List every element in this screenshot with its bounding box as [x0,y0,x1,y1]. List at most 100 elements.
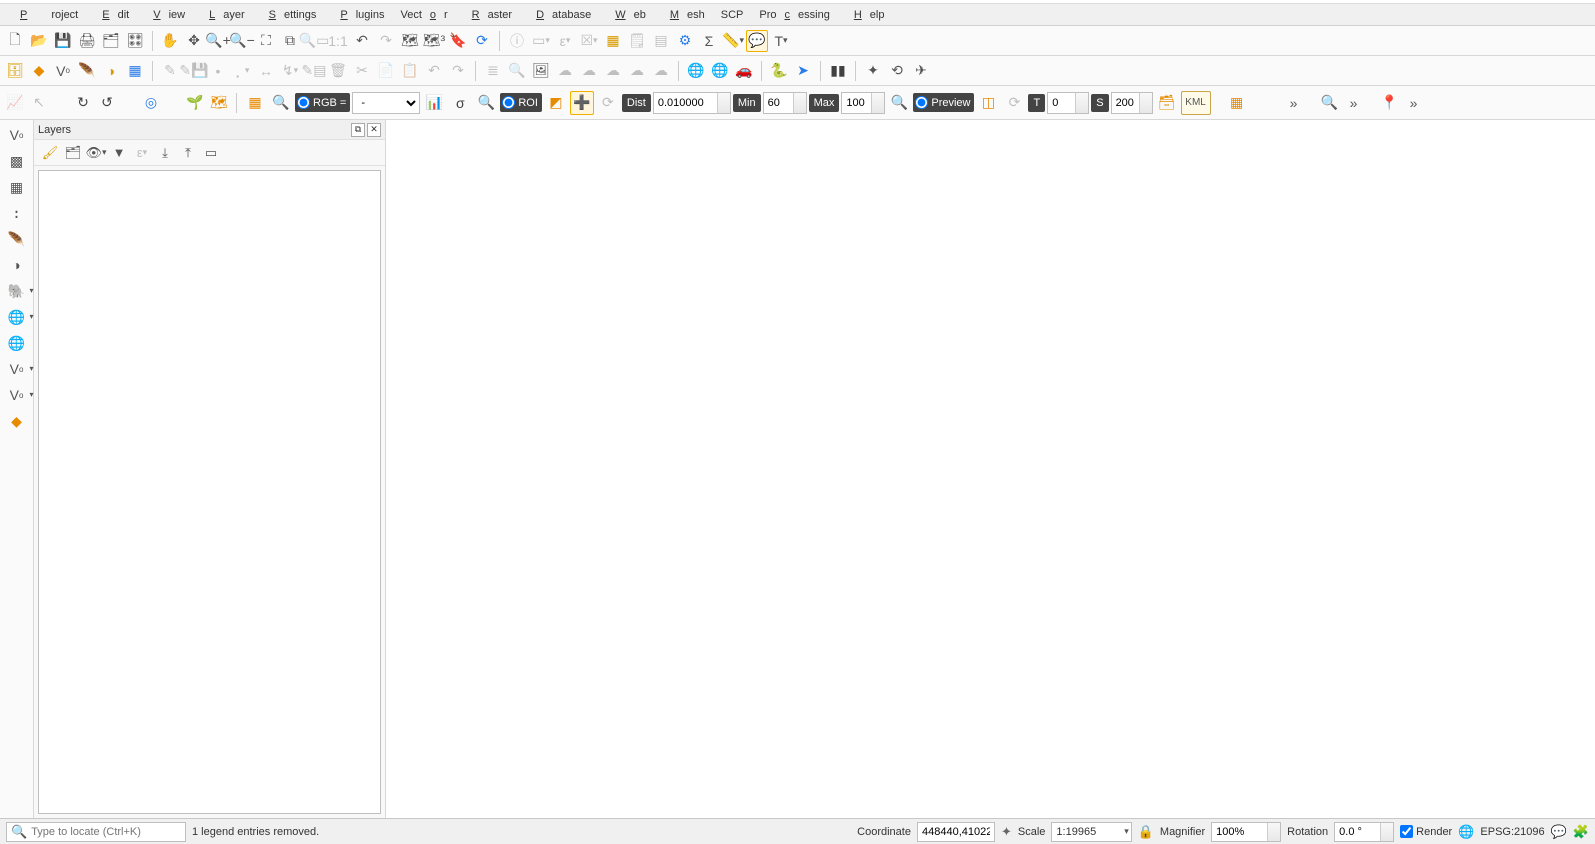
zoom-next-icon[interactable]: ↷ [375,30,397,52]
menu-settings[interactable]: Settings [253,7,325,23]
rotation-input[interactable] [1334,822,1394,842]
add-wms-icon[interactable]: 🌐 [6,306,28,328]
text-annotation-icon[interactable]: T▾ [770,30,792,52]
refresh-ccw-icon[interactable]: ↺ [96,92,118,114]
crs-label[interactable]: EPSG:21096 [1480,826,1544,838]
open-table-icon[interactable]: ▤ [650,30,672,52]
add-raster-icon[interactable]: ▩ [6,150,28,172]
magnifier-input[interactable] [1211,822,1281,842]
min-input[interactable] [763,92,807,114]
scp-reload-icon[interactable]: ⟳ [596,91,620,115]
g1-icon[interactable]: ☁ [554,60,576,82]
render-checkbox[interactable]: Render [1400,825,1452,838]
coordinate-input[interactable] [917,822,995,842]
expression-icon[interactable]: ε▾ [132,143,152,163]
rgb-toggle[interactable]: RGB = [295,93,350,112]
snap2-icon[interactable]: ⟲ [886,60,908,82]
menu-project[interactable]: Project [4,7,86,23]
refresh-icon[interactable]: ⟳ [471,30,493,52]
paste-icon[interactable]: 📋 [399,60,421,82]
zoom-out-icon[interactable]: 🔍− [231,30,253,52]
rgb-combo[interactable]: - [352,92,420,114]
menu-vector[interactable]: Vector [392,7,455,23]
menu-web[interactable]: Web [599,7,654,23]
map-canvas[interactable] [386,120,1595,818]
g4-icon[interactable]: ☁ [626,60,648,82]
crs-icon[interactable]: 🌐 [1458,824,1474,840]
overflow1-icon[interactable]: » [1283,92,1305,114]
measure-icon[interactable]: 📏▾ [722,30,744,52]
grass-icon[interactable]: 🌱 [184,92,206,114]
target-icon[interactable]: ◎ [140,92,162,114]
add-feature-icon[interactable]: • [207,60,229,82]
s2-icon[interactable]: 🔍 [506,60,528,82]
map-icon[interactable]: 🗺 [208,92,230,114]
new-virtual-layer-icon[interactable]: ◑ [100,60,122,82]
lock-icon[interactable]: 🔒 [1138,824,1154,840]
metasearch-icon[interactable]: 🌐 [685,60,707,82]
pan-icon[interactable]: ✋ [159,30,181,52]
toggle-edit-icon[interactable]: ✎ [159,60,181,82]
new-3d-map-icon[interactable]: 🗺³ [423,30,445,52]
style-manager-icon[interactable]: 🎛 [124,30,146,52]
scp-roi-pointer-icon[interactable]: ◩ [544,91,568,115]
zoom-layer-icon[interactable]: 🔍▭ [303,30,325,52]
cursor-tool-icon[interactable]: ↖ [28,92,50,114]
db-icon[interactable]: ≣ [482,60,504,82]
snap1-icon[interactable]: ✦ [862,60,884,82]
pin-icon[interactable]: 📍 [1379,92,1401,114]
new-project-icon[interactable]: 🗋 [4,30,26,52]
style-icon[interactable]: 🖌 [40,143,60,163]
add-geopackage-icon[interactable]: ◆ [6,410,28,432]
locator-input[interactable] [31,826,181,838]
collapse-icon[interactable]: ⤒ [178,143,198,163]
digitize-icon[interactable]: ⡀▾ [231,60,253,82]
add-virtual-icon[interactable]: ◑ [6,254,28,276]
scp-zoom-icon[interactable]: 🔍 [269,91,293,115]
add-spatialite-icon[interactable]: 🪶 [6,228,28,250]
menu-plugins[interactable]: Plugins [324,7,392,23]
close-icon[interactable]: ✕ [367,123,381,137]
qms-icon[interactable]: 🚗 [733,60,755,82]
delete-selected-icon[interactable]: 🗑 [327,60,349,82]
menu-layer[interactable]: Layer [193,7,253,23]
zoom-tool-icon[interactable]: 🔍 [1319,92,1341,114]
scp-add-icon[interactable]: ➕ [570,91,594,115]
scp-zoom-preview-icon[interactable]: 🔍 [887,91,911,115]
menu-processing[interactable]: Processing [751,7,837,23]
select-by-value-icon[interactable]: ε▾ [554,30,576,52]
add-vector-icon[interactable]: Vo [6,124,28,146]
overflow2-icon[interactable]: » [1343,92,1365,114]
undock-icon[interactable]: ⧉ [351,123,365,137]
t-input[interactable] [1047,92,1089,114]
g2-icon[interactable]: ☁ [578,60,600,82]
raster-table-icon[interactable]: ▦ [1225,91,1249,115]
new-spatialite-icon[interactable]: 🪶 [76,60,98,82]
deselect-icon[interactable]: ☒▾ [578,30,600,52]
new-print-layout-icon[interactable]: 🖨 [76,30,98,52]
map-tips-icon[interactable]: 💬 [746,30,768,52]
add-wcs-icon[interactable]: 🌐 [6,332,28,354]
extents-toggle-icon[interactable]: ✦ [1001,824,1012,840]
arrow-icon[interactable]: ➤ [792,60,814,82]
snap3-icon[interactable]: ✈ [910,60,932,82]
scp-redo-icon[interactable]: ⟳ [1002,91,1026,115]
add-wfs-icon[interactable]: Vo [6,358,28,380]
expand-icon[interactable]: ⤓ [155,143,175,163]
refresh-cw-icon[interactable]: ↻ [72,92,94,114]
menu-edit[interactable]: Edit [86,7,137,23]
menu-mesh[interactable]: Mesh [654,7,713,23]
data-source-manager-icon[interactable]: 🗄 [4,60,26,82]
vertex-tool-icon[interactable]: ↯▾ [279,60,301,82]
toolbox-icon[interactable]: ⚙ [674,30,696,52]
zoom-full-icon[interactable]: ⛶ [255,30,277,52]
image-icon[interactable]: 🖼 [530,60,552,82]
open-project-icon[interactable]: 📂 [28,30,50,52]
stats-icon[interactable]: Σ [698,30,720,52]
menu-help[interactable]: Help [838,7,893,23]
save-edits-icon[interactable]: ✎💾 [183,60,205,82]
open-attr-table-icon[interactable]: ▦ [602,30,624,52]
zoom-native-icon[interactable]: 1:1 [327,30,349,52]
remove-layer-icon[interactable]: ▭ [201,143,221,163]
select-features-icon[interactable]: ▭▾ [530,30,552,52]
